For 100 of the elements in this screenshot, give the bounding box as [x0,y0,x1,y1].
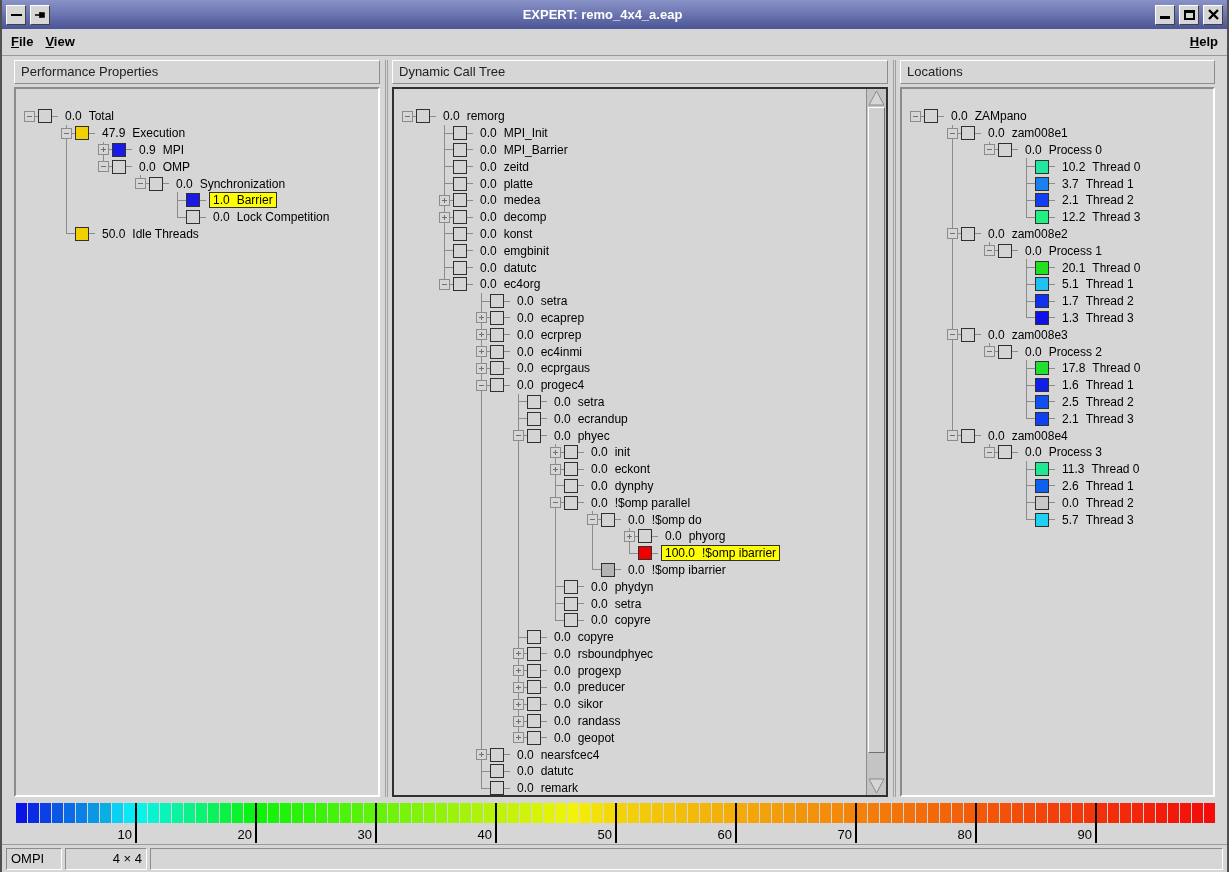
node-label[interactable]: Thread 3 [1085,310,1134,325]
node-label[interactable]: !$omp ibarrier [651,562,726,577]
node-label[interactable]: Synchronization [199,176,286,191]
expand-toggle[interactable] [947,329,958,341]
node-label[interactable]: sikor [577,697,604,712]
node-label[interactable]: !$omp ibarrier [702,546,777,561]
expand-toggle[interactable] [476,312,487,324]
expand-toggle[interactable] [513,430,524,442]
expand-toggle[interactable] [550,497,561,509]
node-label[interactable]: eckont [614,462,651,477]
node-label[interactable]: dynphy [614,478,654,493]
expand-toggle[interactable] [439,278,450,290]
node-label[interactable]: Thread 3 [1085,411,1134,426]
node-label[interactable]: Thread 3 [1092,210,1141,225]
node-label[interactable]: Barrier [236,193,273,208]
node-label[interactable]: randass [577,714,621,729]
node-label[interactable]: Thread 0 [1092,260,1141,275]
expand-toggle[interactable] [984,446,995,458]
node-label[interactable]: ecaprep [540,310,585,325]
expand-toggle[interactable] [476,749,487,761]
node-label[interactable]: zeitd [503,159,530,174]
node-label[interactable]: ec4inmi [540,344,583,359]
node-label[interactable]: Thread 1 [1085,176,1134,191]
node-label[interactable]: Thread 2 [1085,193,1134,208]
node-label[interactable]: setra [577,394,605,409]
node-label[interactable]: progec4 [540,378,585,393]
node-label[interactable]: Thread 0 [1092,159,1141,174]
maximize-button[interactable] [1179,4,1199,25]
expand-toggle[interactable] [24,110,35,122]
node-label[interactable]: MPI_Barrier [503,143,568,157]
node-label[interactable]: geopot [577,730,615,745]
expand-toggle[interactable] [476,346,487,358]
expand-toggle[interactable] [98,144,109,156]
expand-toggle[interactable] [624,530,635,542]
node-label[interactable]: Thread 0 [1092,361,1141,376]
node-label[interactable]: copyre [577,630,614,645]
node-label[interactable]: rsboundphyec [577,646,654,661]
window-menu-button[interactable] [6,4,26,25]
node-label[interactable]: decomp [503,210,547,225]
node-label[interactable]: Thread 1 [1085,378,1134,393]
node-label[interactable]: zam008e1 [1011,126,1068,141]
node-label[interactable]: ecrprep [540,327,582,342]
node-label[interactable]: Thread 3 [1085,512,1134,527]
node-label[interactable]: Idle Threads [132,226,199,241]
node-label[interactable]: setra [540,294,568,309]
node-label[interactable]: medea [503,193,541,208]
expand-toggle[interactable] [910,110,921,122]
expand-toggle[interactable] [513,682,524,693]
node-label[interactable]: Thread 1 [1085,277,1134,292]
node-label[interactable]: !$omp do [651,512,702,527]
node-label[interactable]: Process 0 [1048,143,1103,157]
selection-highlight[interactable]: 100.0 !$omp ibarrier [661,545,781,562]
node-label[interactable]: ZAMpano [974,109,1027,124]
vertical-scrollbar[interactable] [866,89,886,795]
node-label[interactable]: remorg [466,109,505,124]
expand-toggle[interactable] [984,245,995,257]
node-label[interactable]: MPI_Init [503,126,548,141]
node-label[interactable]: Lock Competition [236,210,330,225]
expand-toggle[interactable] [550,463,561,475]
menu-item[interactable]: View [42,32,78,52]
node-label[interactable]: setra [614,596,642,611]
expand-toggle[interactable] [513,698,524,710]
node-label[interactable]: ec4org [503,277,541,292]
expand-toggle[interactable] [984,346,995,358]
node-label[interactable]: MPI [162,143,185,157]
close-button[interactable] [1203,4,1223,25]
scroll-down-icon[interactable] [867,777,886,795]
node-label[interactable]: Execution [132,126,186,141]
expand-toggle[interactable] [476,329,487,341]
node-label[interactable]: remark [540,781,579,795]
expand-toggle[interactable] [984,144,995,156]
scrollbar-thumb[interactable] [868,107,885,753]
expand-toggle[interactable] [947,127,958,139]
expand-toggle[interactable] [550,446,561,458]
expand-toggle[interactable] [439,211,450,223]
node-label[interactable]: !$omp parallel [614,495,691,510]
expand-toggle[interactable] [98,161,109,173]
node-label[interactable]: Thread 1 [1085,478,1134,493]
node-label[interactable]: nearsfcec4 [540,747,600,762]
expand-toggle[interactable] [947,228,958,240]
node-label[interactable]: Process 1 [1048,243,1103,258]
node-label[interactable]: datutc [540,764,574,779]
node-label[interactable]: phyec [577,428,610,443]
expand-toggle[interactable] [476,362,487,374]
node-label[interactable]: ecrandup [577,411,628,426]
expand-toggle[interactable] [587,514,598,525]
node-label[interactable]: zam008e4 [1011,428,1068,443]
expand-toggle[interactable] [513,665,524,677]
node-label[interactable]: Thread 2 [1085,294,1134,309]
node-label[interactable]: Process 3 [1048,445,1103,460]
node-label[interactable]: progexp [577,663,622,678]
expand-toggle[interactable] [61,127,72,139]
node-label[interactable]: konst [503,226,533,241]
node-label[interactable]: Process 2 [1048,344,1103,359]
node-label[interactable]: Total [88,109,115,124]
expand-toggle[interactable] [402,110,413,122]
pin-button[interactable] [30,4,50,25]
node-label[interactable]: ecprgaus [540,361,591,376]
node-label[interactable]: init [614,445,631,460]
node-label[interactable]: Thread 2 [1085,394,1134,409]
